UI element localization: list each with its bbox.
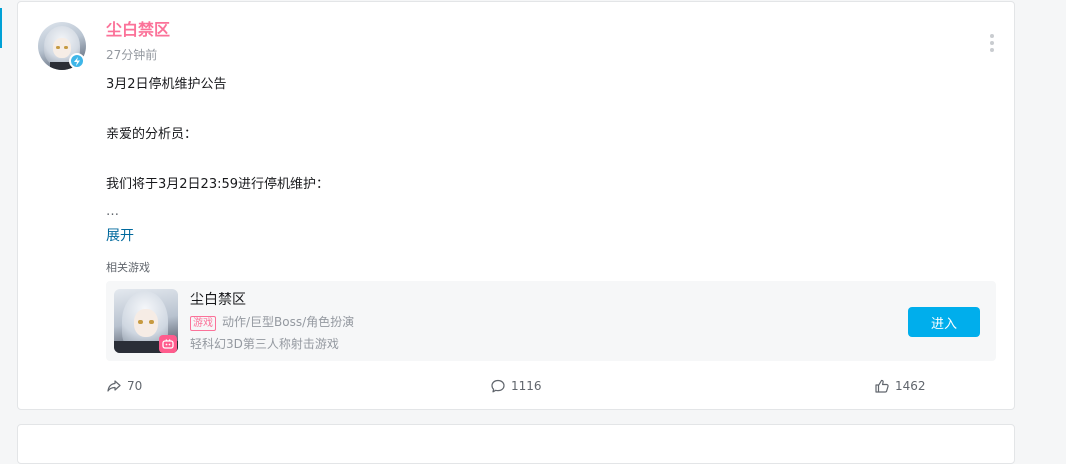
enter-game-button[interactable]: 进入 (908, 307, 980, 337)
related-game-card[interactable]: 尘白禁区 游戏 动作/巨型Boss/角色扮演 轻科幻3D第三人称射击游戏 进入 (106, 281, 996, 361)
more-dot (990, 48, 994, 52)
game-type-tag: 游戏 (190, 316, 216, 331)
like-icon (875, 379, 889, 393)
forward-icon (107, 380, 121, 392)
expand-link[interactable]: 展开 (106, 226, 134, 246)
game-controller-icon (159, 335, 177, 353)
more-dot (990, 34, 994, 38)
related-games-label: 相关游戏 (106, 261, 150, 274)
author-name[interactable]: 尘白禁区 (106, 19, 170, 41)
cover-eye (149, 320, 154, 324)
next-post-card (17, 424, 1015, 464)
avatar-eye (56, 46, 60, 49)
comment-icon (491, 379, 505, 393)
post-content-line: 我们将于3月2日23:59进行停机维护： (106, 177, 330, 192)
lightning-badge-icon (69, 53, 85, 69)
dynamic-post-card: 尘白禁区 27分钟前 3月2日停机维护公告 亲爱的分析员： 我们将于3月2日23… (17, 1, 1015, 410)
game-description: 轻科幻3D第三人称射击游戏 (190, 337, 339, 351)
comment-button[interactable]: 1116 (490, 378, 542, 394)
game-title[interactable]: 尘白禁区 (190, 290, 246, 310)
post-time: 27分钟前 (106, 48, 158, 62)
left-accent-bar (0, 8, 2, 48)
forward-button[interactable]: 70 (106, 378, 142, 394)
post-content-ellipsis: … (106, 204, 119, 219)
post-content-line: 亲爱的分析员： (106, 127, 198, 142)
like-button[interactable]: 1462 (874, 378, 926, 394)
more-dot (990, 41, 994, 45)
post-content-line: 3月2日停机维护公告 (106, 77, 227, 92)
cover-eye (138, 320, 143, 324)
forward-count: 70 (127, 379, 143, 393)
lightning-glyph (74, 56, 80, 66)
like-count: 1462 (895, 379, 926, 393)
avatar-eye (64, 46, 68, 49)
more-vertical-icon[interactable] (984, 32, 1000, 54)
game-genres: 动作/巨型Boss/角色扮演 (222, 315, 355, 329)
comment-count: 1116 (511, 379, 542, 393)
controller-glyph (162, 339, 174, 349)
